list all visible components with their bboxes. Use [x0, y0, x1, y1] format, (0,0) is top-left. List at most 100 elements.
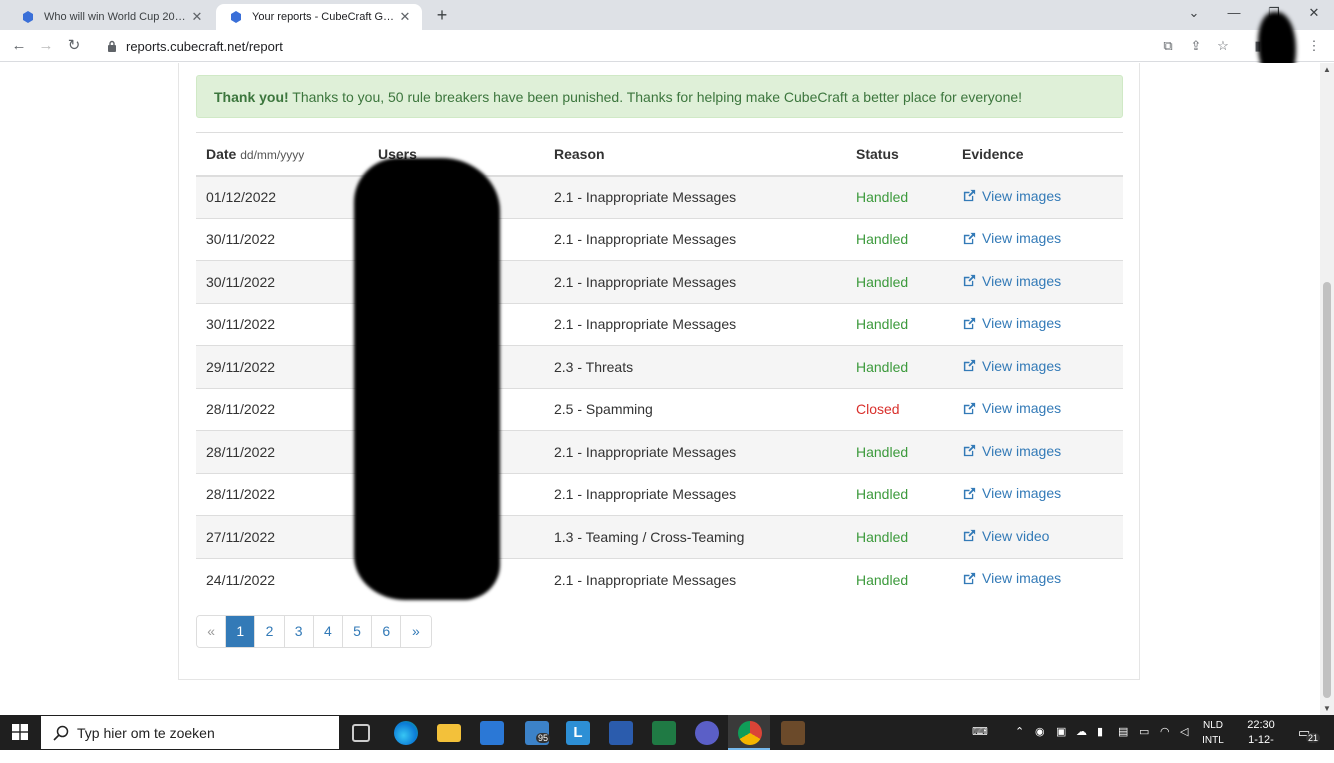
share-icon[interactable]: ⇪: [1187, 38, 1205, 54]
tray-app-icon[interactable]: ☁: [1076, 725, 1087, 738]
evidence-link[interactable]: View images: [962, 443, 1061, 459]
edge-icon[interactable]: [394, 721, 418, 745]
cell-reason: 2.1 - Inappropriate Messages: [544, 302, 846, 346]
evidence-link[interactable]: View images: [962, 570, 1061, 586]
cell-reason: 2.5 - Spamming: [544, 387, 846, 431]
pagination-page[interactable]: 5: [342, 616, 373, 647]
external-link-icon: [963, 232, 976, 244]
cell-date: 28/11/2022: [196, 430, 368, 473]
external-link-icon: [963, 572, 976, 584]
cell-evidence: View video: [952, 515, 1123, 558]
taskbar-clock[interactable]: 22:30 1-12-2022: [1236, 718, 1286, 763]
l-app-icon[interactable]: L: [566, 721, 590, 745]
table-row: 01/12/2022 2.1 - Inappropriate Messages Ha…: [196, 175, 1123, 218]
cell-evidence: View images: [952, 345, 1123, 388]
pagination-page[interactable]: 2: [255, 616, 285, 647]
cell-status: Handled: [846, 302, 952, 346]
chrome-icon[interactable]: [738, 721, 762, 745]
notification-count: 21: [1306, 733, 1321, 743]
pagination-prev[interactable]: «: [197, 616, 227, 647]
pagination-page[interactable]: 4: [313, 616, 343, 647]
scroll-up-icon[interactable]: ▲: [1322, 65, 1332, 74]
taskbar-search-box[interactable]: Typ hier om te zoeken: [41, 716, 339, 749]
evidence-label: View images: [982, 442, 1062, 459]
evidence-link[interactable]: View images: [962, 400, 1061, 416]
translate-icon[interactable]: ⧉: [1159, 38, 1177, 54]
tray-app-icon[interactable]: ◉: [1035, 725, 1045, 738]
file-explorer-icon[interactable]: [437, 724, 461, 742]
minimize-icon[interactable]: —: [1222, 5, 1246, 20]
store-icon[interactable]: [480, 721, 504, 745]
scrollbar-thumb[interactable]: [1323, 282, 1331, 698]
minecraft-icon[interactable]: [781, 721, 805, 745]
evidence-link[interactable]: View images: [962, 188, 1061, 204]
windows-taskbar: Typ hier om te zoeken 95 L ⌨ ⌃ ◉ ▣ ☁ ▮ ▤…: [0, 715, 1334, 761]
new-tab-plus-icon[interactable]: +: [431, 5, 453, 26]
keyboard-icon[interactable]: ⌨: [972, 725, 988, 738]
excel-icon[interactable]: [652, 721, 676, 745]
word-icon[interactable]: [609, 721, 633, 745]
menu-dots-icon[interactable]: ⋮: [1305, 38, 1323, 54]
reports-table: Date dd/mm/yyyy Users Reason Status Evid…: [196, 132, 1123, 601]
task-view-icon[interactable]: [352, 724, 370, 742]
pagination-page[interactable]: 6: [372, 616, 402, 647]
header-date: Date dd/mm/yyyy: [196, 132, 368, 177]
close-icon[interactable]: ✕: [398, 9, 412, 25]
tab-search-chevron-icon[interactable]: ⌄: [1182, 5, 1206, 21]
table-row: 29/11/2022 2.3 - Threats Handled View image…: [196, 345, 1123, 388]
scroll-down-icon[interactable]: ▼: [1322, 704, 1332, 713]
browser-tab-worldcup[interactable]: Who will win World Cup 2022? | C ✕: [8, 4, 214, 30]
evidence-link[interactable]: View video: [962, 528, 1049, 544]
external-link-icon: [963, 529, 976, 542]
external-link-icon: [963, 487, 976, 499]
evidence-link[interactable]: View images: [962, 485, 1061, 501]
pagination-next[interactable]: »: [401, 616, 431, 647]
forward-arrow-icon[interactable]: →: [36, 36, 56, 56]
external-link-icon: [963, 402, 976, 414]
close-icon[interactable]: ✕: [190, 9, 204, 25]
tray-app-icon[interactable]: ▣: [1056, 725, 1066, 738]
evidence-link[interactable]: View images: [962, 315, 1061, 331]
evidence-link[interactable]: View images: [962, 358, 1061, 374]
cell-evidence: View images: [952, 217, 1123, 261]
external-link-icon: [963, 444, 976, 457]
microphone-icon[interactable]: ▮: [1097, 725, 1103, 738]
cell-status: Handled: [846, 430, 952, 473]
language-indicator[interactable]: NLD INTL: [1200, 718, 1226, 748]
page-content: Thank you! Thanks to you, 50 rule breake…: [0, 63, 1320, 715]
cell-status: Handled: [846, 260, 952, 303]
cell-reason: 2.1 - Inappropriate Messages: [544, 175, 846, 218]
success-alert: Thank you! Thanks to you, 50 rule breake…: [196, 75, 1123, 118]
window-close-icon[interactable]: ✕: [1302, 5, 1326, 21]
windows-start-icon[interactable]: [12, 724, 28, 740]
evidence-label: View images: [982, 230, 1062, 246]
wifi-icon[interactable]: ◠: [1160, 725, 1170, 738]
cell-status: Handled: [846, 515, 952, 558]
back-arrow-icon[interactable]: ←: [9, 36, 29, 56]
tray-app-icon[interactable]: ▤: [1118, 725, 1128, 738]
tab-title: Your reports - CubeCraft Games: [252, 11, 398, 23]
battery-icon[interactable]: ▭: [1139, 725, 1149, 738]
pagination-page[interactable]: 1: [226, 616, 256, 647]
pagination-page[interactable]: 3: [284, 616, 314, 647]
cell-reason: 1.3 - Teaming / Cross-Teaming: [544, 515, 846, 558]
evidence-link[interactable]: View images: [962, 230, 1061, 246]
evidence-label: View images: [982, 570, 1062, 587]
tray-chevron-icon[interactable]: ⌃: [1015, 725, 1024, 738]
cell-reason: 2.1 - Inappropriate Messages: [544, 557, 846, 601]
evidence-label: View video: [982, 527, 1050, 544]
evidence-link[interactable]: View images: [962, 273, 1061, 289]
volume-icon[interactable]: ◁: [1180, 725, 1188, 738]
reload-icon[interactable]: ↻: [64, 36, 84, 56]
cell-reason: 2.1 - Inappropriate Messages: [544, 260, 846, 303]
header-evidence: Evidence: [952, 132, 1123, 177]
date-format-hint: dd/mm/yyyy: [240, 147, 305, 162]
page-scrollbar[interactable]: ▲ ▼: [1320, 63, 1334, 715]
pagination: « 1 2 3 4 5 6 »: [196, 615, 432, 648]
evidence-label: View images: [982, 315, 1062, 331]
address-bar[interactable]: reports.cubecraft.net/report: [96, 33, 1246, 59]
bookmark-star-icon[interactable]: ☆: [1214, 38, 1232, 54]
teams-icon[interactable]: [695, 721, 719, 745]
browser-tab-reports[interactable]: Your reports - CubeCraft Games ✕: [216, 4, 422, 30]
clock-time: 22:30: [1247, 719, 1275, 731]
